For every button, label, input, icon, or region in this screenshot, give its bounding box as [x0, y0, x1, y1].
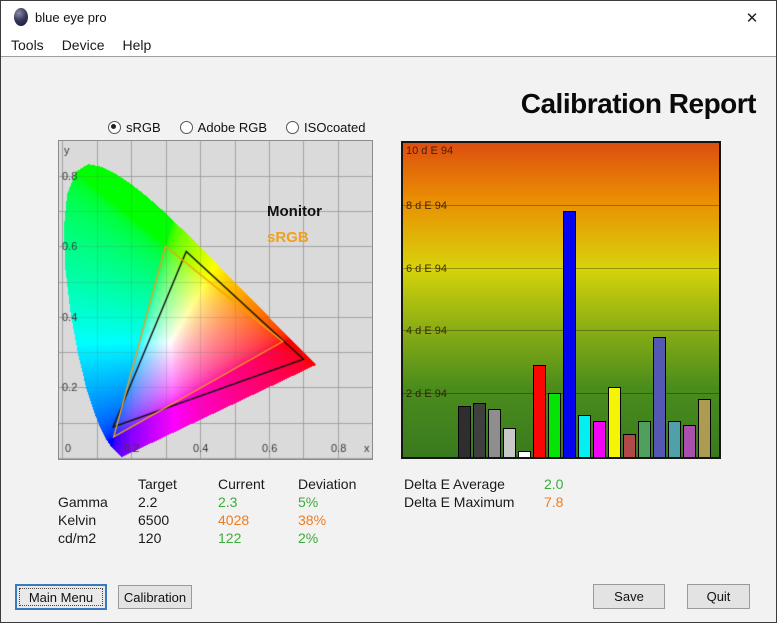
gridline — [403, 267, 719, 269]
page-title: Calibration Report — [520, 88, 757, 119]
delta-e-bar — [578, 415, 591, 457]
radio-icon[interactable] — [286, 120, 300, 134]
close-button[interactable]: ✕ — [736, 5, 768, 31]
menu-bar: Tools Device Help — [1, 33, 776, 57]
delta-e-bar-chart: 2 d E 94 4 d E 94 6 d E 94 8 d E 94 10 d E 9… — [401, 141, 721, 459]
gridline-label: 8 d E 94 — [406, 199, 447, 212]
delta-e-bar — [563, 211, 576, 457]
table-header: Deviation — [298, 476, 357, 492]
radio-icon[interactable] — [179, 120, 193, 134]
deviation-value: 2% — [298, 530, 319, 546]
gridline-label: 2 d E 94 — [406, 388, 447, 401]
menu-item-help[interactable]: Help — [122, 37, 151, 53]
app-window: blue eye pro ✕ Tools Device Help Calibrati… — [0, 0, 777, 623]
chromaticity-diagram-panel: Monitor sRGB — [58, 140, 373, 460]
delta-e-summary: Delta E Average 2.0 Delta E Maximum 7.8 — [396, 473, 726, 517]
delta-e-bar — [458, 405, 471, 457]
delta-e-bar — [638, 421, 651, 457]
chromaticity-diagram-canvas — [59, 141, 372, 459]
radio-label: Adobe RGB — [197, 119, 268, 135]
delta-e-label: Delta E Average — [404, 476, 505, 492]
delta-e-bar — [503, 427, 516, 457]
gridline — [403, 204, 719, 206]
target-value: 2.2 — [138, 494, 158, 510]
gridline-label: 4 d E 94 — [406, 325, 447, 338]
close-icon: ✕ — [745, 9, 759, 27]
main-menu-button[interactable]: Main Menu — [15, 584, 107, 610]
app-icon — [14, 8, 28, 26]
legend-srgb-label: sRGB — [267, 229, 309, 246]
gridline — [403, 393, 719, 395]
delta-e-bar — [683, 424, 696, 457]
radio-label: ISOcoated — [304, 119, 366, 135]
quit-button[interactable]: Quit — [687, 584, 750, 609]
window-title: blue eye pro — [35, 10, 107, 25]
deviation-value: 5% — [298, 494, 319, 510]
delta-e-bar — [608, 386, 621, 457]
delta-e-bar — [593, 421, 606, 457]
gridline-label: 6 d E 94 — [406, 262, 447, 275]
radio-label: sRGB — [126, 119, 161, 135]
row-label: Gamma — [58, 494, 108, 510]
delta-e-bar — [653, 336, 666, 457]
radio-srgb[interactable]: sRGB — [108, 120, 161, 135]
current-value: 4028 — [218, 512, 250, 528]
delta-e-bar — [668, 421, 681, 457]
target-value: 120 — [138, 530, 162, 546]
legend-monitor-label: Monitor — [267, 203, 322, 220]
menu-item-tools[interactable]: Tools — [11, 37, 44, 53]
current-value: 2.3 — [218, 494, 238, 510]
gridline — [403, 142, 719, 143]
target-value: 6500 — [138, 512, 170, 528]
table-header: Current — [218, 476, 265, 492]
radio-isocoated[interactable]: ISOcoated — [286, 120, 365, 135]
title-bar: blue eye pro ✕ — [1, 1, 776, 33]
gamut-selector: sRGB Adobe RGB ISOcoated — [108, 119, 365, 135]
row-label: cd/m2 — [58, 530, 97, 546]
delta-e-bar — [518, 451, 531, 457]
delta-e-bar — [473, 402, 486, 457]
delta-e-label: Delta E Maximum — [404, 494, 515, 510]
delta-e-value: 2.0 — [544, 476, 564, 492]
menu-item-device[interactable]: Device — [62, 37, 105, 53]
current-value: 122 — [218, 530, 242, 546]
deviation-value: 38% — [298, 512, 327, 528]
delta-e-bar — [548, 393, 561, 457]
table-header: Target — [138, 476, 177, 492]
delta-e-value: 7.8 — [544, 494, 564, 510]
delta-e-bar — [533, 364, 546, 457]
delta-e-bar — [623, 434, 636, 457]
delta-e-bar — [698, 399, 711, 457]
delta-e-bar — [488, 408, 501, 457]
results-table: Target Current Deviation Gamma 2.2 2.3 5% Kelvi… — [51, 473, 396, 553]
gridline — [403, 330, 719, 332]
radio-selected-icon[interactable] — [108, 120, 121, 134]
calibration-button[interactable]: Calibration — [118, 585, 192, 609]
radio-adobe-rgb[interactable]: Adobe RGB — [179, 119, 268, 135]
row-label: Kelvin — [58, 512, 97, 528]
gridline-label: 10 d E 94 — [406, 145, 454, 157]
save-button[interactable]: Save — [593, 584, 665, 609]
